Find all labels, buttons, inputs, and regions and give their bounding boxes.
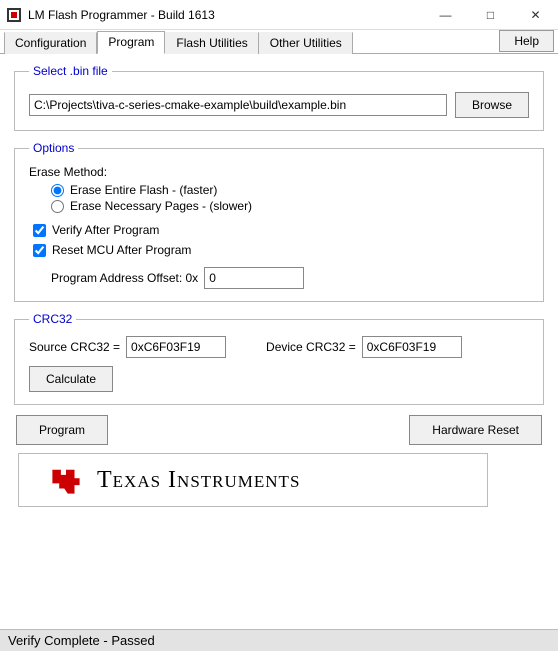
- ti-logo-icon: [49, 463, 83, 497]
- maximize-button[interactable]: □: [468, 0, 513, 29]
- status-bar: Verify Complete - Passed: [0, 629, 558, 651]
- erase-method-label: Erase Method:: [29, 165, 529, 179]
- bin-path-input[interactable]: [29, 94, 447, 116]
- status-text: Verify Complete - Passed: [8, 633, 155, 648]
- tab-other-utilities[interactable]: Other Utilities: [259, 32, 353, 54]
- program-button[interactable]: Program: [16, 415, 108, 445]
- source-crc-label: Source CRC32 =: [29, 340, 120, 354]
- reset-label: Reset MCU After Program: [52, 243, 191, 257]
- verify-label: Verify After Program: [52, 223, 159, 237]
- source-crc-value: [126, 336, 226, 358]
- crc-legend: CRC32: [29, 312, 76, 326]
- window-title: LM Flash Programmer - Build 1613: [28, 8, 215, 22]
- calculate-button[interactable]: Calculate: [29, 366, 113, 392]
- verify-checkbox[interactable]: [33, 224, 46, 237]
- tab-program[interactable]: Program: [97, 31, 165, 54]
- tab-configuration[interactable]: Configuration: [4, 32, 97, 54]
- offset-input[interactable]: [204, 267, 304, 289]
- select-bin-legend: Select .bin file: [29, 64, 112, 78]
- erase-pages-label: Erase Necessary Pages - (slower): [70, 199, 252, 213]
- brand-footer: Texas Instruments: [18, 453, 488, 507]
- erase-pages-radio[interactable]: [51, 200, 64, 213]
- brand-text: Texas Instruments: [97, 467, 300, 494]
- reset-checkbox[interactable]: [33, 244, 46, 257]
- minimize-button[interactable]: —: [423, 0, 468, 29]
- help-button[interactable]: Help: [499, 30, 554, 52]
- erase-entire-radio[interactable]: [51, 184, 64, 197]
- hardware-reset-button[interactable]: Hardware Reset: [409, 415, 542, 445]
- options-group: Options Erase Method: Erase Entire Flash…: [14, 141, 544, 302]
- close-button[interactable]: ✕: [513, 0, 558, 29]
- tab-flash-utilities[interactable]: Flash Utilities: [165, 32, 258, 54]
- titlebar: LM Flash Programmer - Build 1613 — □ ✕: [0, 0, 558, 30]
- crc-group: CRC32 Source CRC32 = Device CRC32 = Calc…: [14, 312, 544, 405]
- offset-label: Program Address Offset: 0x: [51, 271, 198, 285]
- device-crc-value: [362, 336, 462, 358]
- options-legend: Options: [29, 141, 78, 155]
- select-bin-group: Select .bin file Browse: [14, 64, 544, 131]
- tab-bar: Configuration Program Flash Utilities Ot…: [0, 30, 558, 54]
- app-icon: [6, 7, 22, 23]
- device-crc-label: Device CRC32 =: [266, 340, 356, 354]
- browse-button[interactable]: Browse: [455, 92, 529, 118]
- erase-entire-label: Erase Entire Flash - (faster): [70, 183, 217, 197]
